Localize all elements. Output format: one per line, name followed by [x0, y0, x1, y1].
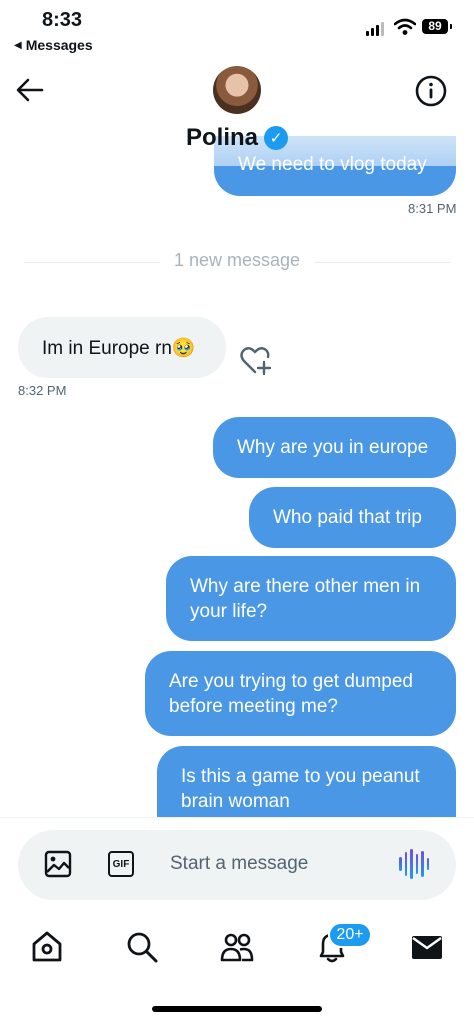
message-text: Who paid that trip	[273, 507, 422, 528]
back-triangle-icon: ◀	[14, 39, 22, 51]
message-bubble-outgoing[interactable]: Are you trying to get dumped before meet…	[145, 651, 456, 736]
wifi-icon	[394, 18, 416, 35]
message-input[interactable]: Start a message	[170, 853, 308, 875]
contact-name-row[interactable]: Polina ✓	[0, 124, 474, 152]
message-bubble-outgoing[interactable]: Who paid that trip	[249, 487, 456, 548]
notification-badge: 20+	[328, 922, 372, 948]
info-icon[interactable]	[414, 74, 448, 108]
message-timestamp: 8:31 PM	[408, 201, 457, 216]
back-arrow-icon[interactable]	[14, 74, 46, 106]
message-composer[interactable]: GIF Start a message	[18, 830, 456, 900]
people-icon[interactable]	[220, 930, 254, 964]
message-text: Why are you in europe	[237, 437, 429, 458]
message-text: Is this a game to you peanut brain woman	[181, 766, 420, 812]
message-bubble-incoming[interactable]: Im in Europe rn🥹	[18, 317, 226, 378]
heart-plus-icon[interactable]	[240, 346, 272, 376]
conversation-header: Polina ✓	[0, 60, 474, 165]
home-icon[interactable]	[30, 930, 64, 964]
battery-indicator: 89	[422, 19, 452, 34]
message-text: Are you trying to get dumped before meet…	[169, 670, 413, 717]
back-to-app-link[interactable]: ◀ Messages	[14, 37, 93, 53]
new-message-divider-label: 1 new message	[160, 250, 314, 271]
signal-icon	[366, 20, 384, 36]
search-icon[interactable]	[125, 930, 159, 964]
composer-divider	[0, 817, 474, 818]
home-indicator	[152, 1006, 322, 1012]
back-app-label: Messages	[25, 37, 93, 53]
avatar[interactable]	[213, 66, 261, 114]
gif-icon[interactable]: GIF	[108, 851, 134, 877]
image-icon[interactable]	[44, 850, 72, 878]
message-timestamp: 8:32 PM	[18, 383, 67, 398]
message-bubble-outgoing[interactable]: Why are there other men in your life?	[166, 556, 456, 641]
message-text: Im in Europe rn🥹	[42, 337, 196, 359]
verified-icon: ✓	[264, 126, 288, 150]
contact-name: Polina	[185, 124, 258, 151]
message-bubble-outgoing[interactable]: Why are you in europe	[213, 417, 456, 478]
clock: 8:33	[42, 9, 83, 31]
mail-icon[interactable]	[410, 930, 444, 964]
status-bar: 8:33 ◀ Messages 89	[0, 0, 474, 60]
message-text: Why are there other men in your life?	[190, 575, 421, 622]
voice-icon[interactable]	[399, 848, 429, 880]
message-bubble-outgoing-cut[interactable]: Is this a game to you peanut brain woman	[157, 746, 456, 817]
